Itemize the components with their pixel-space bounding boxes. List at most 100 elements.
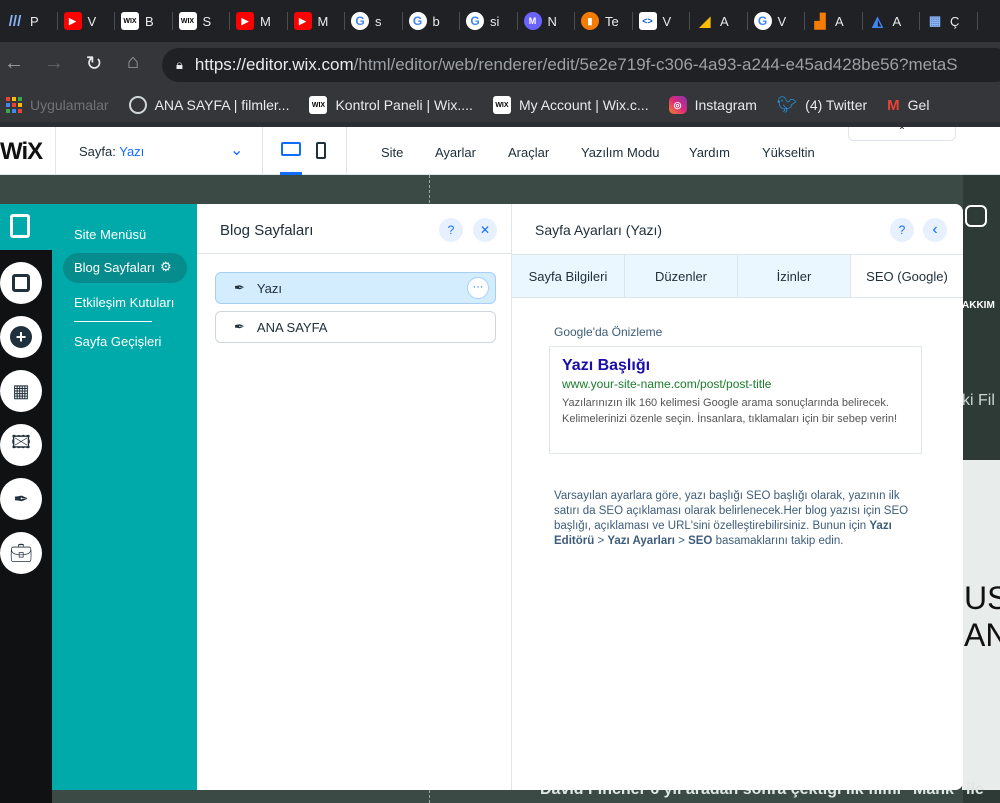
browser-tab[interactable]: ◢ A <box>690 0 748 42</box>
gear-icon[interactable]: ⚙︎ <box>160 259 172 275</box>
home-icon[interactable]: ⌂ <box>119 51 147 74</box>
forward-arrow-icon[interactable]: → <box>40 52 68 75</box>
page-settings-title: Sayfa Ayarları (Yazı) <box>535 222 663 238</box>
tab-title: A <box>892 13 902 29</box>
browser-tab[interactable]: ▟ A <box>805 0 863 42</box>
google-icon: G <box>408 12 427 30</box>
browser-tab[interactable]: ▶ M <box>288 0 346 42</box>
menu-ayarlar[interactable]: Ayarlar <box>435 145 476 160</box>
twitter-icon: 🐦︎ <box>776 97 798 114</box>
bookmark-twitter[interactable]: 🐦︎ (4) Twitter <box>777 95 867 115</box>
help-button[interactable]: ? <box>890 218 914 242</box>
bookmark-label: My Account | Wix.c... <box>518 97 649 113</box>
tab-title: A <box>720 13 729 29</box>
browser-tab[interactable]: MN <box>518 0 576 42</box>
bookmark-label: Kontrol Paneli | Wix.... <box>335 97 473 113</box>
desktop-icon[interactable] <box>281 142 301 156</box>
tab-title: M <box>260 13 271 29</box>
bookmark-kontrol-paneli[interactable]: WIX Kontrol Paneli | Wix.... <box>309 96 473 114</box>
browser-tab[interactable]: Gs <box>345 0 403 42</box>
address-bar[interactable]: 🔒︎ https://editor.wix.com/html/editor/we… <box>162 48 1000 82</box>
bookmark-apps[interactable]: Uygulamalar <box>6 97 109 113</box>
blog-button[interactable]: ✒︎ <box>0 478 42 520</box>
browser-tab-strip: ///P ▶ V WIX B WIX S ▶ M ▶ M Gs Gb Gsi MN ▮ Te… <box>0 0 1000 42</box>
seo-help-text: Varsayılan ayarlara göre, yazı başlığı S… <box>554 489 914 549</box>
menu-yukseltin[interactable]: Yükseltin <box>762 145 815 160</box>
blog-page-item[interactable]: ✒︎ ANA SAYFA <box>215 311 496 343</box>
chevron-left-icon: ‹ <box>932 221 938 238</box>
tab-title: P <box>30 13 39 29</box>
bookmark-gmail[interactable]: M Gel <box>887 97 929 114</box>
wix-icon: WIX <box>121 12 139 30</box>
browser-tab[interactable]: GV <box>748 0 806 42</box>
category-blog-pages[interactable]: Blog Sayfaları <box>74 260 155 275</box>
browser-tab[interactable]: ▦ Ç <box>920 0 978 42</box>
browser-tab[interactable]: ◭ A <box>863 0 921 42</box>
reload-icon[interactable]: ↻ <box>80 51 108 76</box>
tab-title: V <box>662 13 672 29</box>
browser-tab[interactable]: WIX S <box>173 0 231 42</box>
tab-layouts[interactable]: Düzenler <box>625 255 738 297</box>
chevron-up-icon: ⌃ <box>897 126 907 137</box>
ads-icon: ◢ <box>699 12 711 29</box>
tab-title: S <box>202 13 212 29</box>
help-button[interactable]: ? <box>439 218 463 242</box>
menu-yardim[interactable]: Yardım <box>689 145 730 160</box>
apps-button[interactable]: ▦ <box>0 370 42 412</box>
category-page-transitions[interactable]: Sayfa Geçişleri <box>74 334 161 349</box>
settings-tabs: Sayfa Bilgileri Düzenler İzinler SEO (Go… <box>512 254 963 298</box>
background-button[interactable] <box>0 262 42 304</box>
tab-permissions[interactable]: İzinler <box>738 255 851 297</box>
close-button[interactable]: ✕ <box>473 218 497 242</box>
browser-tab[interactable]: WIX B <box>115 0 173 42</box>
category-lightboxes[interactable]: Etkileşim Kutuları <box>74 295 174 310</box>
browser-tab[interactable]: Gb <box>403 0 461 42</box>
bookmark-label: Gel <box>907 97 930 113</box>
tab-title: B <box>145 13 154 29</box>
pages-icon[interactable] <box>10 214 30 238</box>
media-button[interactable]: 🖾︎ <box>0 424 42 466</box>
chevron-down-icon[interactable]: ⌄ <box>230 140 243 160</box>
blog-page-item[interactable]: ✒︎ Yazı ··· <box>215 272 496 304</box>
seo-note-step: SEO <box>688 535 713 547</box>
browser-tab[interactable]: Gsi <box>460 0 518 42</box>
blog-pages-column: Blog Sayfaları ? ✕ ✒︎ Yazı ··· ✒︎ ANA SA… <box>197 204 512 790</box>
browser-tab[interactable]: ▮ Te <box>575 0 633 42</box>
url-text: https://editor.wix.com/html/editor/web/r… <box>194 55 958 74</box>
google-preview-description: Yazılarınızın ilk 160 kelimesi Google ar… <box>562 397 898 425</box>
wix-icon: WIX <box>492 96 511 114</box>
add-button[interactable]: + <box>0 316 42 358</box>
blog-page-label: Yazı <box>256 280 282 296</box>
menu-yazilim-modu[interactable]: Yazılım Modu <box>581 145 660 160</box>
browser-tab[interactable]: ▶ V <box>58 0 116 42</box>
bookmark-instagram[interactable]: ◎ Instagram <box>668 96 757 114</box>
analytics-icon: ▟ <box>814 12 826 29</box>
tab-title: N <box>547 13 557 29</box>
image-icon: 🖾︎ <box>11 432 31 452</box>
tab-title: b <box>432 13 440 29</box>
analytics-icon: ▮ <box>581 12 599 30</box>
category-site-menu[interactable]: Site Menüsü <box>74 227 146 242</box>
browser-tab[interactable]: <> V <box>633 0 691 42</box>
tab-page-info[interactable]: Sayfa Bilgileri <box>512 255 625 297</box>
preview-text-fragment: AKKIM <box>962 300 995 311</box>
store-icon: ▦ <box>928 13 942 28</box>
mobile-icon[interactable] <box>316 142 326 159</box>
browser-tab[interactable]: /// P <box>0 0 58 42</box>
help-icon: ? <box>898 223 906 237</box>
bookmark-ana-sayfa[interactable]: ANA SAYFA | filmler... <box>128 96 289 114</box>
page-selector-value: Yazı <box>119 144 145 159</box>
menu-araclar[interactable]: Araçlar <box>508 145 549 160</box>
collapse-topbar-button[interactable]: ⌃ <box>848 127 956 141</box>
browser-tab[interactable]: ▶ M <box>230 0 288 42</box>
page-selector[interactable]: Sayfa: Yazı <box>79 144 144 159</box>
menu-site[interactable]: Site <box>381 145 403 160</box>
tab-seo[interactable]: SEO (Google) <box>851 255 963 297</box>
back-button[interactable]: ‹ <box>923 218 947 242</box>
pen-nib-icon: ✒︎ <box>234 319 245 334</box>
tab-title: V <box>87 13 97 29</box>
business-button[interactable]: 💼︎ <box>0 532 42 574</box>
back-arrow-icon[interactable]: ← <box>0 52 28 75</box>
more-actions-button[interactable]: ··· <box>467 277 489 299</box>
bookmark-my-account[interactable]: WIX My Account | Wix.c... <box>492 96 649 114</box>
